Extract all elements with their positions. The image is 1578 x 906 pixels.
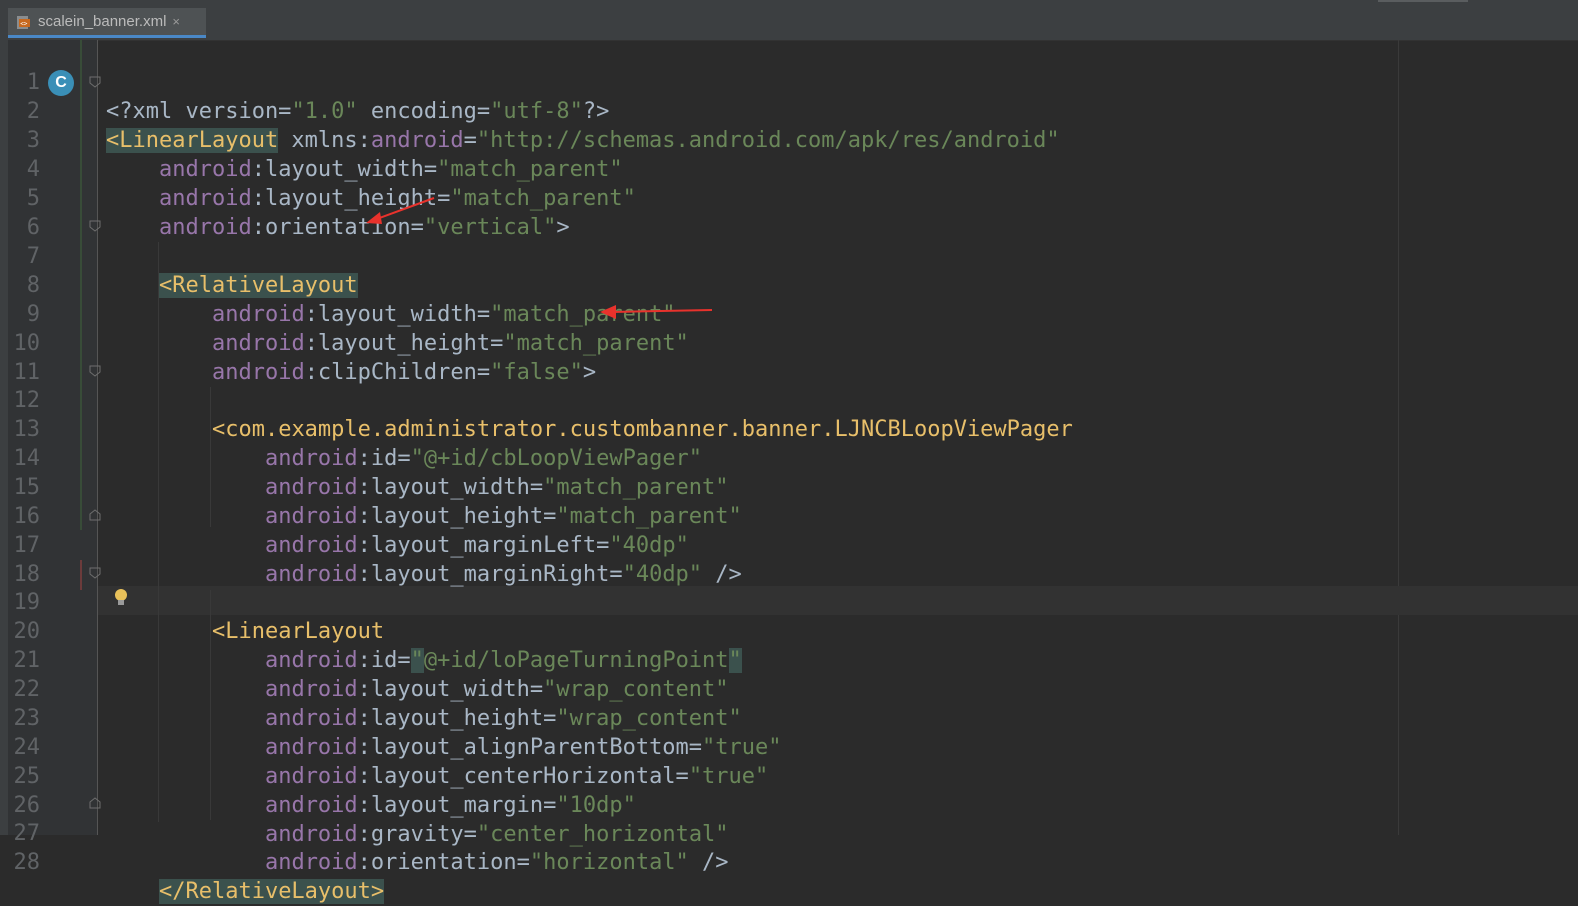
code-line[interactable]: 24 android:layout_centerHorizontal="true… bbox=[0, 704, 1578, 789]
code-line[interactable]: 14 android:layout_width="match_parent" bbox=[0, 415, 1578, 500]
tab-label: scalein_banner.xml bbox=[38, 13, 167, 30]
code-line[interactable]: 22 android:layout_height="wrap_content" bbox=[0, 646, 1578, 731]
code-line[interactable]: 10 android:clipChildren="false"> bbox=[0, 300, 1578, 385]
code-line[interactable]: 15 android:layout_height="match_parent" bbox=[0, 444, 1578, 529]
code-line[interactable]: 8 android:layout_width="match_parent" bbox=[0, 242, 1578, 327]
namespace: android bbox=[264, 850, 358, 875]
code-line[interactable]: 17 android:layout_marginRight="40dp" /> bbox=[0, 502, 1578, 587]
attr-name: :orientation= bbox=[357, 850, 530, 875]
close-icon[interactable]: × bbox=[172, 14, 180, 29]
tag-name: </RelativeLayout> bbox=[158, 879, 385, 904]
code-line[interactable]: 13 android:id="@+id/cbLoopViewPager" bbox=[0, 386, 1578, 471]
code-line[interactable]: 5 android:orientation="vertical"> bbox=[0, 155, 1578, 240]
code-line[interactable]: 16 android:layout_marginLeft="40dp" bbox=[0, 473, 1578, 558]
code-line[interactable]: 11 bbox=[0, 329, 1578, 385]
code-line[interactable]: 9 android:layout_height="match_parent" bbox=[0, 271, 1578, 356]
line-number: 28 bbox=[13, 850, 41, 875]
code-line[interactable]: 26 android:gravity="center_horizontal" bbox=[0, 762, 1578, 847]
code-line[interactable]: 1 <?xml version="1.0" encoding="utf-8"?> bbox=[0, 39, 1578, 124]
svg-text:<>: <> bbox=[20, 20, 28, 27]
tab-scalein-banner-xml[interactable]: <> scalein_banner.xml × bbox=[8, 8, 206, 38]
window-decoration bbox=[1378, 0, 1468, 2]
code-line[interactable]: 27 android:orientation="horizontal" /> bbox=[0, 790, 1578, 875]
code-line[interactable]: 28 </RelativeLayout> bbox=[0, 819, 1578, 904]
code-line[interactable]: 19 <LinearLayout bbox=[0, 559, 1578, 644]
attr-value: "horizontal" bbox=[529, 850, 689, 875]
xml-file-icon: <> bbox=[16, 14, 32, 30]
code-line[interactable]: 2 <LinearLayout xmlns:android="http://sc… bbox=[0, 68, 1578, 153]
code-line[interactable]: 18 bbox=[0, 531, 1578, 587]
tag-end: /> bbox=[688, 850, 729, 875]
code-line[interactable]: 7 <RelativeLayout bbox=[0, 213, 1578, 298]
code-line[interactable]: 4 android:layout_height="match_parent" bbox=[0, 126, 1578, 211]
annotation-arrow-icon bbox=[600, 305, 713, 319]
code-line[interactable]: 23 android:layout_alignParentBottom="tru… bbox=[0, 675, 1578, 760]
code-line[interactable]: 3 android:layout_width="match_parent" bbox=[0, 97, 1578, 182]
code-line[interactable]: 20 android:id="@+id/loPageTurningPoint" bbox=[0, 588, 1578, 673]
code-line[interactable]: 25 android:layout_margin="10dp" bbox=[0, 733, 1578, 818]
code-line[interactable]: 21 android:layout_width="wrap_content" bbox=[0, 617, 1578, 702]
code-line[interactable]: 12 <com.example.administrator.custombann… bbox=[0, 357, 1578, 442]
annotation-arrow-icon bbox=[366, 197, 435, 224]
code-line[interactable]: 6 bbox=[0, 184, 1578, 240]
editor-tab-bar: <> scalein_banner.xml × bbox=[0, 0, 1578, 41]
